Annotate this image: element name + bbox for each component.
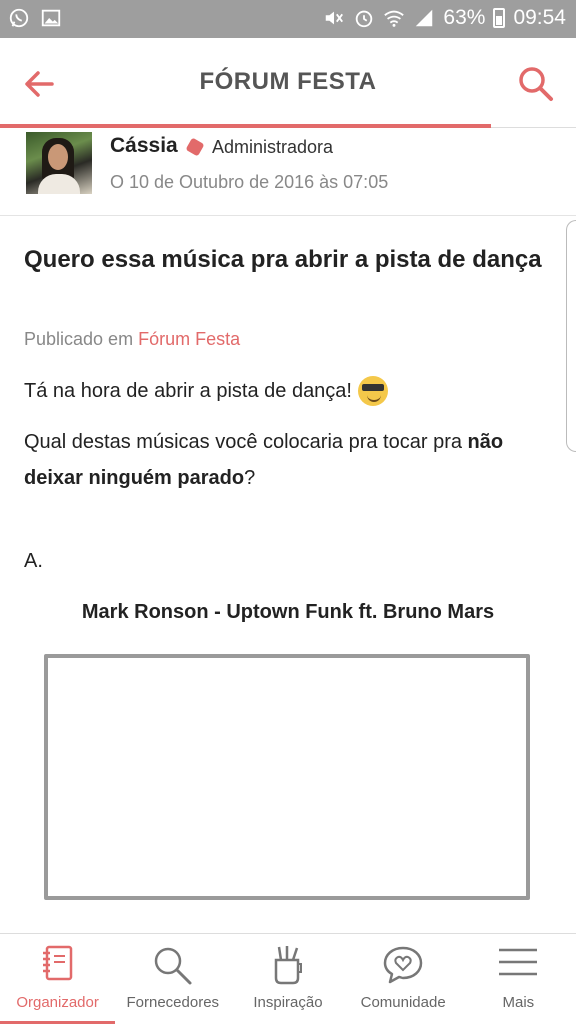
- status-bar: 63% 09:54: [0, 0, 576, 38]
- search-icon: [154, 947, 192, 985]
- author-name[interactable]: Cássia: [110, 134, 178, 158]
- cup-icon: [274, 946, 302, 985]
- chat-heart-icon: [383, 946, 423, 984]
- nav-label: Comunidade: [360, 994, 446, 1011]
- sunglasses-emoji-icon: [358, 376, 388, 406]
- app-header: FÓRUM FESTA: [0, 38, 576, 128]
- signal-icon: [416, 9, 433, 27]
- nav-comunidade[interactable]: Comunidade: [346, 934, 461, 1024]
- option-label: A.: [24, 550, 43, 572]
- author-block: Cássia Administradora O 10 de Outubro de…: [0, 128, 576, 216]
- role-badge-icon: [185, 137, 205, 157]
- search-icon[interactable]: [516, 64, 556, 104]
- alarm-icon: [356, 10, 373, 28]
- nav-mais[interactable]: Mais: [461, 934, 576, 1024]
- nav-label: Organizador: [16, 994, 99, 1011]
- image-icon: [41, 9, 61, 27]
- published-prefix: Publicado em: [24, 329, 134, 349]
- post-title: Quero essa música pra abrir a pista de d…: [24, 246, 542, 273]
- paragraph-2-start: Qual destas músicas você colocaria pra t…: [24, 431, 462, 453]
- status-left-icons: [8, 7, 62, 29]
- whatsapp-icon: [9, 8, 29, 28]
- post-paragraph-1: Tá na hora de abrir a pista de dança!: [24, 376, 388, 406]
- post-date: O 10 de Outubro de 2016 às 07:05: [110, 172, 389, 192]
- clock: 09:54: [513, 6, 566, 29]
- notebook-icon: [42, 945, 72, 981]
- video-embed[interactable]: [44, 654, 530, 900]
- wifi-icon: [384, 10, 405, 27]
- nav-fornecedores[interactable]: Fornecedores: [115, 934, 230, 1024]
- nav-label: Fornecedores: [126, 994, 220, 1011]
- published-in: Publicado em Fórum Festa: [24, 329, 240, 350]
- song-title: Mark Ronson - Uptown Funk ft. Bruno Mars: [81, 601, 495, 623]
- nav-label: Mais: [502, 994, 535, 1011]
- mute-icon: [326, 11, 344, 25]
- battery-icon: [493, 8, 506, 28]
- bottom-nav: Organizador Fornecedores Inspiração Comu…: [0, 933, 576, 1024]
- page-title: FÓRUM FESTA: [199, 68, 377, 95]
- status-right: 63% 09:54: [323, 6, 566, 30]
- avatar[interactable]: [26, 132, 92, 194]
- author-role: Administradora: [212, 137, 334, 157]
- nav-label: Inspiração: [253, 994, 323, 1011]
- post-paragraph-2: Qual destas músicas você colocaria pra t…: [24, 424, 552, 496]
- paragraph-2-end: ?: [244, 467, 256, 489]
- menu-icon: [499, 948, 538, 976]
- paragraph-1-text: Tá na hora de abrir a pista de dança!: [24, 379, 352, 402]
- nav-organizador[interactable]: Organizador: [0, 934, 116, 1024]
- battery-percent: 63%: [443, 6, 486, 29]
- forum-link[interactable]: Fórum Festa: [138, 329, 240, 349]
- nav-inspiracao[interactable]: Inspiração: [230, 934, 345, 1024]
- side-scroll-tab[interactable]: [566, 220, 576, 452]
